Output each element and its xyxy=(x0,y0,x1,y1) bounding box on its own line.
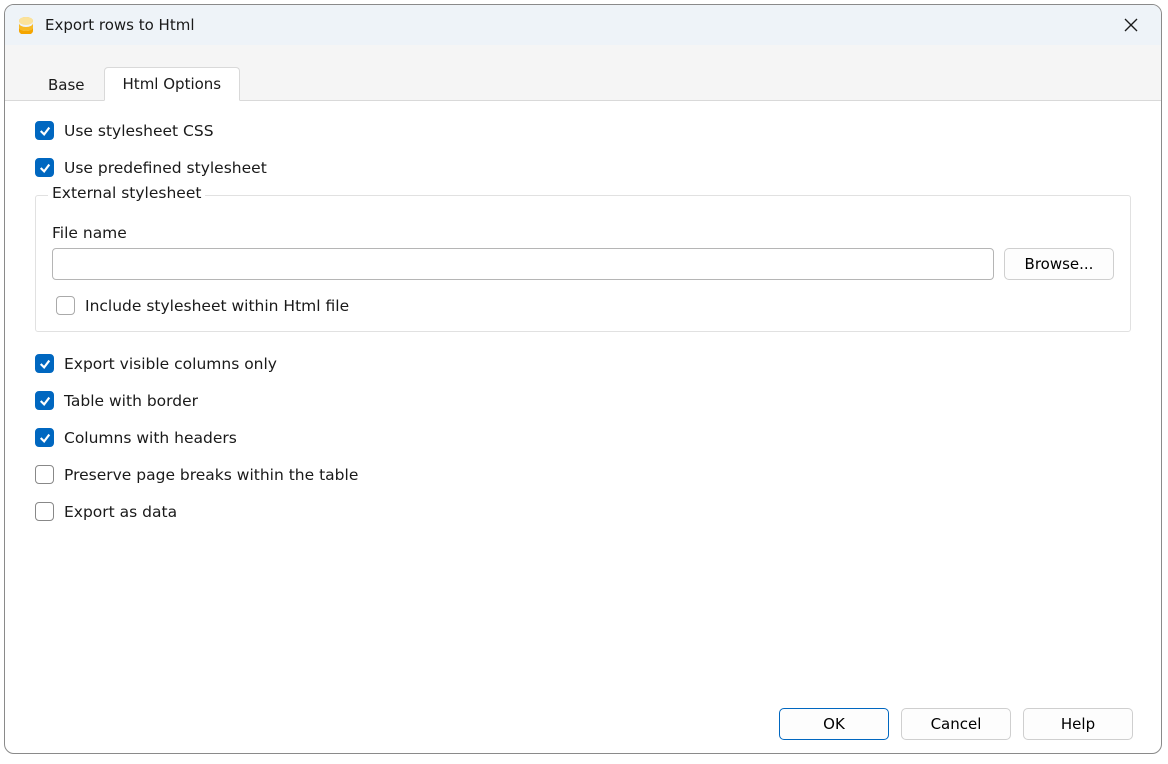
checkbox-columns-with-headers[interactable] xyxy=(35,428,54,447)
checkbox-use-predefined-stylesheet[interactable] xyxy=(35,158,54,177)
tab-strip: Base Html Options xyxy=(5,45,1161,101)
label-file-name: File name xyxy=(52,224,1114,242)
option-preserve-page-breaks[interactable]: Preserve page breaks within the table xyxy=(35,465,1131,484)
check-icon xyxy=(39,162,51,174)
checkbox-table-with-border[interactable] xyxy=(35,391,54,410)
dialog-window: Export rows to Html Base Html Options Us… xyxy=(4,4,1162,754)
check-icon xyxy=(39,125,51,137)
check-icon xyxy=(39,395,51,407)
check-icon xyxy=(39,358,51,370)
option-use-stylesheet-css[interactable]: Use stylesheet CSS xyxy=(35,121,1131,140)
tab-html-options[interactable]: Html Options xyxy=(104,67,241,101)
option-export-visible-columns-only[interactable]: Export visible columns only xyxy=(35,354,1131,373)
checkbox-include-stylesheet-within-html[interactable] xyxy=(56,296,75,315)
tab-panel-html-options: Use stylesheet CSS Use predefined styles… xyxy=(5,101,1161,695)
group-external-stylesheet: External stylesheet File name Browse... … xyxy=(35,195,1131,332)
label-export-visible-columns-only: Export visible columns only xyxy=(64,355,277,373)
option-columns-with-headers[interactable]: Columns with headers xyxy=(35,428,1131,447)
dialog-button-bar: OK Cancel Help xyxy=(5,695,1161,753)
group-legend-external-stylesheet: External stylesheet xyxy=(48,184,205,202)
label-table-with-border: Table with border xyxy=(64,392,198,410)
close-icon xyxy=(1124,18,1138,32)
app-icon xyxy=(17,16,35,34)
ok-button[interactable]: OK xyxy=(779,708,889,740)
checkbox-export-as-data[interactable] xyxy=(35,502,54,521)
close-button[interactable] xyxy=(1117,11,1145,39)
label-use-predefined-stylesheet: Use predefined stylesheet xyxy=(64,159,267,177)
label-include-stylesheet-within-html: Include stylesheet within Html file xyxy=(85,297,349,315)
browse-button[interactable]: Browse... xyxy=(1004,248,1114,280)
cancel-button[interactable]: Cancel xyxy=(901,708,1011,740)
label-export-as-data: Export as data xyxy=(64,503,177,521)
option-export-as-data[interactable]: Export as data xyxy=(35,502,1131,521)
option-use-predefined-stylesheet[interactable]: Use predefined stylesheet xyxy=(35,158,1131,177)
label-use-stylesheet-css: Use stylesheet CSS xyxy=(64,122,214,140)
label-preserve-page-breaks: Preserve page breaks within the table xyxy=(64,466,358,484)
window-title: Export rows to Html xyxy=(45,16,195,34)
checkbox-use-stylesheet-css[interactable] xyxy=(35,121,54,140)
label-columns-with-headers: Columns with headers xyxy=(64,429,237,447)
file-name-input[interactable] xyxy=(52,248,994,280)
help-button[interactable]: Help xyxy=(1023,708,1133,740)
titlebar: Export rows to Html xyxy=(5,5,1161,45)
checkbox-export-visible-columns-only[interactable] xyxy=(35,354,54,373)
option-include-stylesheet-within-html[interactable]: Include stylesheet within Html file xyxy=(52,296,1114,315)
checkbox-preserve-page-breaks[interactable] xyxy=(35,465,54,484)
tab-base[interactable]: Base xyxy=(29,68,104,101)
option-table-with-border[interactable]: Table with border xyxy=(35,391,1131,410)
check-icon xyxy=(39,432,51,444)
file-name-row: Browse... xyxy=(52,248,1114,280)
